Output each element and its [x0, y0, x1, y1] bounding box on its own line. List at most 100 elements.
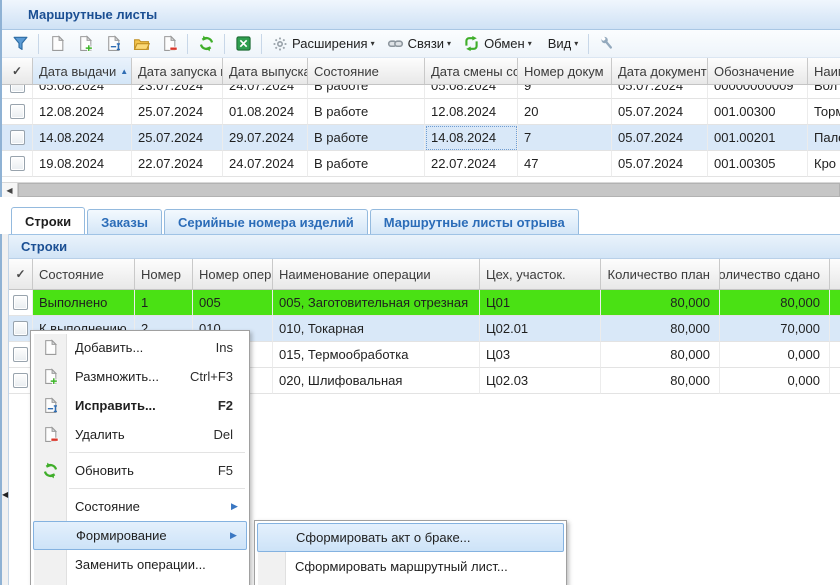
table-cell[interactable]: 001.00300 [708, 99, 808, 125]
rows-column-header[interactable] [830, 259, 840, 289]
rows-column-header[interactable]: Номер [135, 259, 193, 289]
table-cell[interactable]: 24.07.2024 [223, 85, 308, 99]
table-cell[interactable]: 010, Токарная [273, 316, 480, 342]
exchange-menu-button[interactable]: Обмен▾ [457, 32, 538, 56]
route-sheets-column-header[interactable]: Обозначение [708, 58, 808, 84]
table-cell[interactable]: 05.07.2024 [612, 151, 708, 177]
table-cell[interactable]: Выполнено [33, 290, 135, 316]
table-cell[interactable]: 9 [518, 85, 612, 99]
table-cell[interactable]: 00000000009 [708, 85, 808, 99]
table-cell[interactable]: 020, Шлифовальная [273, 368, 480, 394]
table-cell[interactable]: Пале [808, 125, 840, 151]
table-cell[interactable]: 0,000 [720, 368, 830, 394]
rows-column-header[interactable]: Наименование операции [273, 259, 480, 289]
table-cell[interactable]: 29.07.2024 [223, 125, 308, 151]
route-sheets-column-header[interactable]: Дата смены сос [425, 58, 518, 84]
row-checkbox[interactable] [13, 321, 28, 336]
table-cell[interactable]: 05.07.2024 [612, 85, 708, 99]
table-cell[interactable]: 05.07.2024 [612, 99, 708, 125]
context-menu-item[interactable]: УдалитьDel [33, 420, 247, 449]
table-cell[interactable]: 22.07.2024 [425, 151, 518, 177]
table-cell[interactable]: 19.08.2024 [33, 151, 132, 177]
context-menu-item[interactable]: Состояние▶ [33, 492, 247, 521]
route-sheets-row[interactable]: 14.08.202425.07.202429.07.2024В работе14… [2, 125, 840, 151]
table-cell[interactable]: 12.08.2024 [425, 99, 518, 125]
scrollbar-thumb[interactable] [18, 183, 840, 197]
panel-splitter[interactable]: ◀ [2, 234, 9, 585]
table-cell[interactable] [830, 316, 840, 342]
table-cell[interactable]: 80,000 [601, 368, 720, 394]
table-cell[interactable]: Кро [808, 151, 840, 177]
table-cell[interactable]: 005 [193, 290, 273, 316]
filter-button[interactable] [6, 32, 34, 56]
table-cell[interactable]: В работе [308, 99, 425, 125]
context-menu-item[interactable]: ОбновитьF5 [33, 456, 247, 485]
rows-row[interactable]: Выполнено1005005, Заготовительная отрезн… [9, 290, 840, 316]
add-button[interactable] [43, 32, 71, 56]
table-cell[interactable]: 0,000 [720, 342, 830, 368]
table-cell[interactable]: 80,000 [601, 342, 720, 368]
table-cell[interactable]: Вол [808, 85, 840, 99]
route-sheets-column-header[interactable]: Состояние [308, 58, 425, 84]
context-menu-item[interactable]: Сформировать маршрутный лист... [257, 552, 564, 581]
rows-column-header[interactable]: Количество сдано [720, 259, 830, 289]
table-cell[interactable]: Ц02.01 [480, 316, 601, 342]
table-cell[interactable]: 1 [135, 290, 193, 316]
row-checkbox[interactable] [13, 347, 28, 362]
table-cell[interactable]: 25.07.2024 [132, 99, 223, 125]
context-menu-item[interactable]: Исправить...F2 [33, 391, 247, 420]
route-sheets-row[interactable]: 12.08.202425.07.202401.08.2024В работе12… [2, 99, 840, 125]
table-cell[interactable]: 80,000 [720, 290, 830, 316]
table-cell[interactable]: 14.08.2024 [425, 125, 518, 151]
table-cell[interactable]: 80,000 [601, 290, 720, 316]
table-cell[interactable]: 23.07.2024 [132, 85, 223, 99]
row-checkbox[interactable] [13, 373, 28, 388]
table-cell[interactable]: 24.07.2024 [223, 151, 308, 177]
table-cell[interactable]: 22.07.2024 [132, 151, 223, 177]
edit-button[interactable] [99, 32, 127, 56]
table-cell[interactable]: 001.00305 [708, 151, 808, 177]
rows-column-header[interactable]: ✓ [9, 259, 33, 289]
row-checkbox[interactable] [10, 130, 25, 145]
settings-button[interactable] [593, 32, 621, 56]
row-checkbox[interactable] [10, 156, 25, 171]
table-cell[interactable] [830, 290, 840, 316]
rows-column-header[interactable]: Состояние [33, 259, 135, 289]
scroll-left-button[interactable]: ◀ [2, 183, 18, 197]
table-cell[interactable]: 25.07.2024 [132, 125, 223, 151]
context-menu-item[interactable]: Заменить операции... [33, 550, 247, 579]
tab-серийные-номера-изделий[interactable]: Серийные номера изделий [164, 209, 368, 234]
table-cell[interactable]: 001.00201 [708, 125, 808, 151]
table-cell[interactable]: 05.08.2024 [425, 85, 518, 99]
row-checkbox[interactable] [10, 85, 25, 93]
route-sheets-column-header[interactable]: Дата запуска п [132, 58, 223, 84]
context-menu-item[interactable]: Формирование▶ [33, 521, 247, 550]
rows-column-header[interactable]: Количество план [601, 259, 720, 289]
table-cell[interactable]: 14.08.2024 [33, 125, 132, 151]
table-cell[interactable]: 12.08.2024 [33, 99, 132, 125]
table-cell[interactable]: 01.08.2024 [223, 99, 308, 125]
table-cell[interactable]: В работе [308, 125, 425, 151]
route-sheets-row[interactable]: 05.08.202423.07.202424.07.2024В работе05… [2, 85, 840, 99]
table-cell[interactable]: 05.08.2024 [33, 85, 132, 99]
table-cell[interactable]: Торм [808, 99, 840, 125]
table-cell[interactable]: В работе [308, 85, 425, 99]
table-cell[interactable]: В работе [308, 151, 425, 177]
table-cell[interactable]: Ц01 [480, 290, 601, 316]
tab-заказы[interactable]: Заказы [87, 209, 162, 234]
table-cell[interactable]: Ц02.03 [480, 368, 601, 394]
route-sheets-column-header[interactable]: Дата выпуска п [223, 58, 308, 84]
tab-строки[interactable]: Строки [11, 207, 85, 234]
delete-button[interactable] [155, 32, 183, 56]
route-sheets-column-header[interactable]: Наим [808, 58, 840, 84]
table-cell[interactable]: 7 [518, 125, 612, 151]
refresh-button[interactable] [192, 32, 220, 56]
route-sheets-column-header[interactable]: Номер докум [518, 58, 612, 84]
table-cell[interactable]: 005, Заготовительная отрезная [273, 290, 480, 316]
route-sheets-row[interactable]: 19.08.202422.07.202424.07.2024В работе22… [2, 151, 840, 177]
open-button[interactable] [127, 32, 155, 56]
route-sheets-column-header[interactable]: Дата выдачи▲ [33, 58, 132, 84]
route-sheets-column-header[interactable]: Дата документа [612, 58, 708, 84]
context-menu-item[interactable]: Добавить...Ins [33, 333, 247, 362]
rows-column-header[interactable]: Номер опера [193, 259, 273, 289]
